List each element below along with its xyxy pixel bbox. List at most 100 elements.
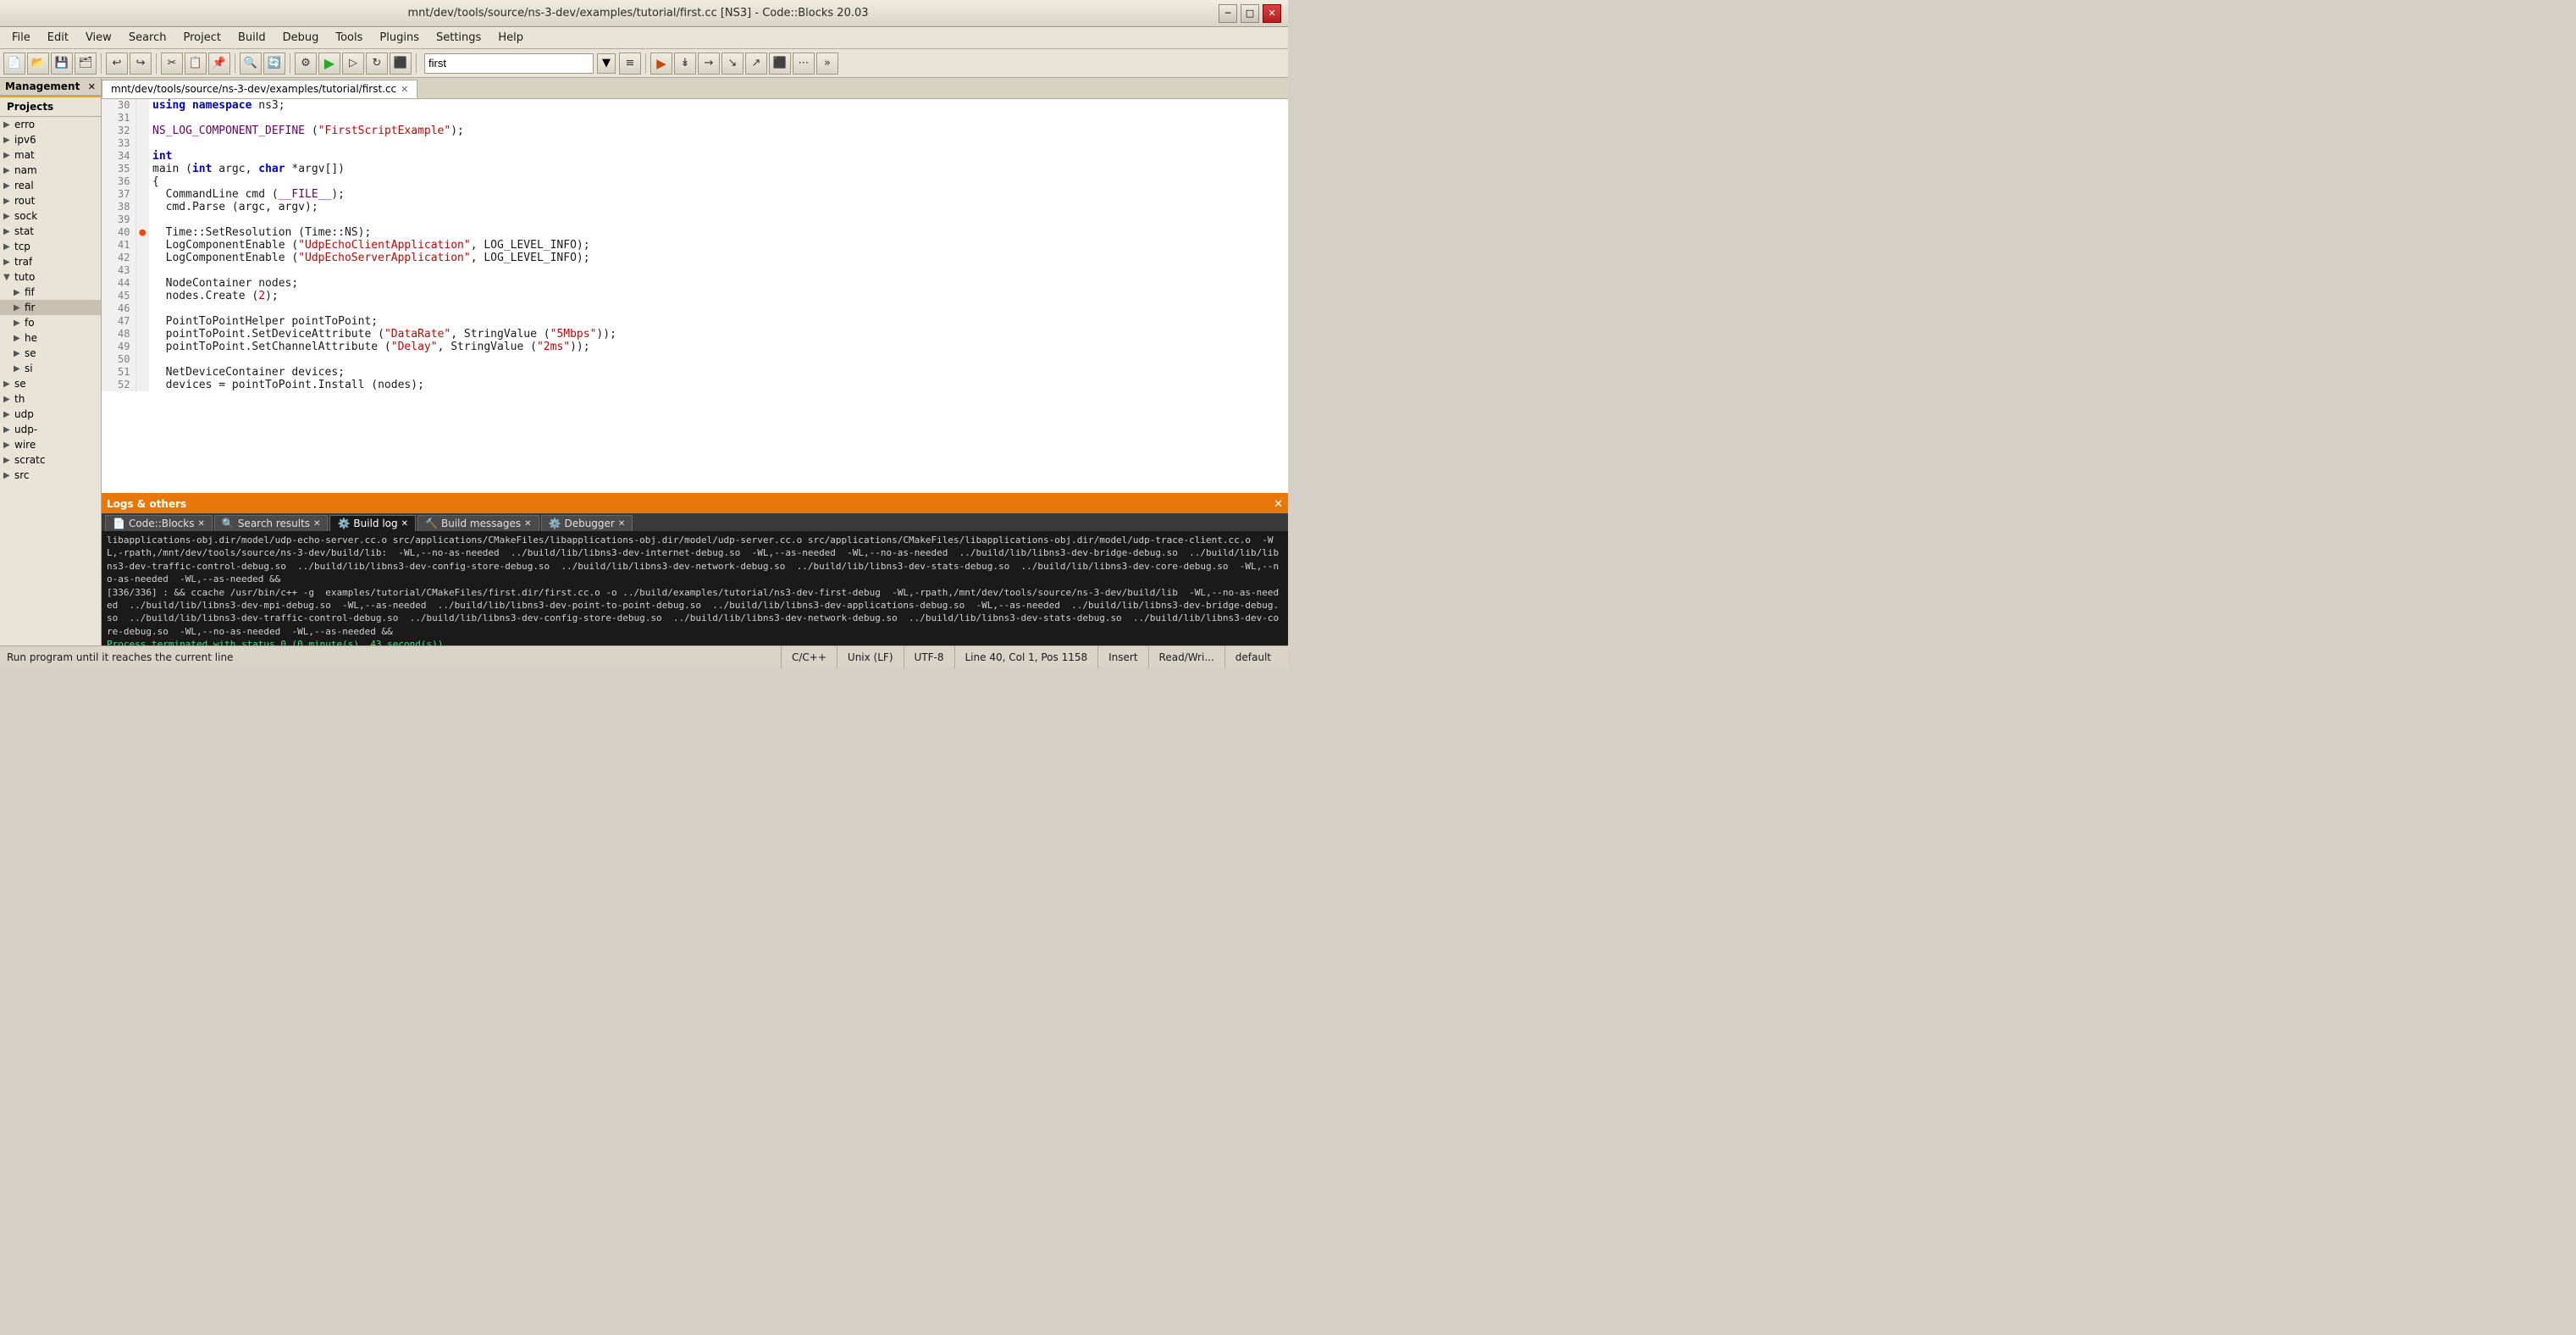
tree-item-fo[interactable]: ▶fo xyxy=(0,315,101,330)
find-button[interactable]: 🔍 xyxy=(240,53,262,75)
log-content[interactable]: libapplications-obj.dir/model/udp-echo-s… xyxy=(102,531,1288,645)
paste-button[interactable]: 📌 xyxy=(208,53,230,75)
tree-item-stat[interactable]: ▶stat xyxy=(0,224,101,239)
tree-item-src[interactable]: ▶src xyxy=(0,468,101,483)
cut-button[interactable]: ✂ xyxy=(161,53,183,75)
debug-step-out-button[interactable]: ↗ xyxy=(745,53,767,75)
editor-tab-first[interactable]: mnt/dev/tools/source/ns-3-dev/examples/t… xyxy=(102,80,417,98)
new-file-button[interactable]: 📄 xyxy=(3,53,25,75)
debug-run-to-cursor[interactable]: ↡ xyxy=(674,53,696,75)
target-dropdown-button[interactable]: ▼ xyxy=(597,53,616,74)
toolbar-expand-button[interactable]: » xyxy=(816,53,838,75)
bottom-tab-debugger[interactable]: ⚙️ Debugger ✕ xyxy=(541,515,633,531)
tree-item-udp2[interactable]: ▶udp- xyxy=(0,422,101,437)
save-all-button[interactable]: 🗂 xyxy=(75,53,97,75)
menu-build[interactable]: Build xyxy=(229,30,274,46)
tree-item-th[interactable]: ▶th xyxy=(0,391,101,407)
target-list-button[interactable]: ≡ xyxy=(619,53,641,75)
status-insert-mode: Insert xyxy=(1097,646,1147,668)
tree-item-he[interactable]: ▶he xyxy=(0,330,101,346)
tab-bar: mnt/dev/tools/source/ns-3-dev/examples/t… xyxy=(102,78,1288,99)
code-line-37: 37 CommandLine cmd (__FILE__); xyxy=(102,188,1288,201)
status-bar: Run program until it reaches the current… xyxy=(0,645,1288,668)
window-controls[interactable]: ─ □ ✕ xyxy=(1219,4,1281,23)
tree-item-ipv6[interactable]: ▶ipv6 xyxy=(0,132,101,147)
tree-item-nam[interactable]: ▶nam xyxy=(0,163,101,178)
menu-project[interactable]: Project xyxy=(174,30,229,46)
tab-close-button[interactable]: ✕ xyxy=(401,84,408,95)
undo-button[interactable]: ↩ xyxy=(106,53,128,75)
code-line-36: 36 { xyxy=(102,175,1288,188)
debug-more-button[interactable]: ⋯ xyxy=(793,53,815,75)
bottom-tab-search-close[interactable]: ✕ xyxy=(313,519,320,529)
redo-button[interactable]: ↪ xyxy=(130,53,152,75)
run-button[interactable]: ▶ xyxy=(318,53,340,75)
menu-edit[interactable]: Edit xyxy=(39,30,77,46)
menu-view[interactable]: View xyxy=(77,30,120,46)
build-run-button[interactable]: ▷ xyxy=(342,53,364,75)
debug-run-button[interactable]: ▶ xyxy=(650,53,672,75)
copy-button[interactable]: 📋 xyxy=(185,53,207,75)
bottom-tab-buildmsg[interactable]: 🔨 Build messages ✕ xyxy=(417,515,539,531)
stop-build-button[interactable]: ⬛ xyxy=(390,53,412,75)
tree-item-udp[interactable]: ▶udp xyxy=(0,407,101,422)
sidebar: Management ✕ Projects ▶erro ▶ipv6 ▶mat ▶… xyxy=(0,78,102,645)
status-line-ending: Unix (LF) xyxy=(837,646,904,668)
tree-item-se1[interactable]: ▶se xyxy=(0,346,101,361)
close-button[interactable]: ✕ xyxy=(1263,4,1281,23)
editor-area: mnt/dev/tools/source/ns-3-dev/examples/t… xyxy=(102,78,1288,493)
tree-item-fif[interactable]: ▶fif xyxy=(0,285,101,300)
menu-file[interactable]: File xyxy=(3,30,39,46)
bottom-tab-buildlog-close[interactable]: ✕ xyxy=(401,519,408,529)
code-line-49: 49 pointToPoint.SetChannelAttribute ("De… xyxy=(102,341,1288,353)
toolbar-sep-2 xyxy=(156,53,157,74)
replace-button[interactable]: 🔄 xyxy=(263,53,285,75)
tree-item-si[interactable]: ▶si xyxy=(0,361,101,376)
debug-stop-button[interactable]: ⬛ xyxy=(769,53,791,75)
toolbar-sep-1 xyxy=(101,53,102,74)
tree-item-traf[interactable]: ▶traf xyxy=(0,254,101,269)
tree-item-rout[interactable]: ▶rout xyxy=(0,193,101,208)
tree-item-se2[interactable]: ▶se xyxy=(0,376,101,391)
tree-item-scratc[interactable]: ▶scratc xyxy=(0,452,101,468)
debug-next-button[interactable]: → xyxy=(698,53,720,75)
bottom-tab-buildmsg-close[interactable]: ✕ xyxy=(524,519,531,529)
bottom-tab-search[interactable]: 🔍 Search results ✕ xyxy=(214,515,329,531)
open-file-button[interactable]: 📂 xyxy=(27,53,49,75)
status-message: Run program until it reaches the current… xyxy=(7,651,781,663)
code-line-52: 52 devices = pointToPoint.Install (nodes… xyxy=(102,379,1288,391)
sidebar-title: Management xyxy=(5,80,80,92)
tree-item-fir[interactable]: ▶fir xyxy=(0,300,101,315)
menu-tools[interactable]: Tools xyxy=(327,30,371,46)
code-editor[interactable]: 30 using namespace ns3; 31 32 xyxy=(102,99,1288,493)
tree-item-wire[interactable]: ▶wire xyxy=(0,437,101,452)
tree-item-sock[interactable]: ▶sock xyxy=(0,208,101,224)
menu-search[interactable]: Search xyxy=(120,30,175,46)
build-icon-btn[interactable]: ⚙ xyxy=(295,53,317,75)
tree-item-tcp[interactable]: ▶tcp xyxy=(0,239,101,254)
debug-step-button[interactable]: ↘ xyxy=(721,53,744,75)
sidebar-close-button[interactable]: ✕ xyxy=(88,81,96,92)
projects-tab[interactable]: Projects xyxy=(0,96,101,117)
bottom-tab-buildlog[interactable]: ⚙️ Build log ✕ xyxy=(329,515,416,531)
menu-settings[interactable]: Settings xyxy=(428,30,489,46)
menu-debug[interactable]: Debug xyxy=(274,30,328,46)
maximize-button[interactable]: □ xyxy=(1241,4,1259,23)
code-line-50: 50 xyxy=(102,353,1288,366)
target-input[interactable]: first xyxy=(424,53,594,74)
bottom-panel-header: Logs & others ✕ xyxy=(102,495,1288,513)
tree-item-tuto[interactable]: ▼tuto xyxy=(0,269,101,285)
bottom-tab-codeblocks-close[interactable]: ✕ xyxy=(197,519,204,529)
menu-help[interactable]: Help xyxy=(489,30,532,46)
tree-item-mat[interactable]: ▶mat xyxy=(0,147,101,163)
menu-plugins[interactable]: Plugins xyxy=(371,30,428,46)
minimize-button[interactable]: ─ xyxy=(1219,4,1237,23)
bottom-panel-close-button[interactable]: ✕ xyxy=(1274,498,1283,511)
bottom-panel-title: Logs & others xyxy=(107,498,186,510)
bottom-tab-codeblocks[interactable]: 📄 Code::Blocks ✕ xyxy=(105,515,213,531)
tree-item-real[interactable]: ▶real xyxy=(0,178,101,193)
rebuild-button[interactable]: ↻ xyxy=(366,53,388,75)
save-button[interactable]: 💾 xyxy=(51,53,73,75)
bottom-tab-debugger-close[interactable]: ✕ xyxy=(618,519,625,529)
tree-item-erro[interactable]: ▶erro xyxy=(0,117,101,132)
